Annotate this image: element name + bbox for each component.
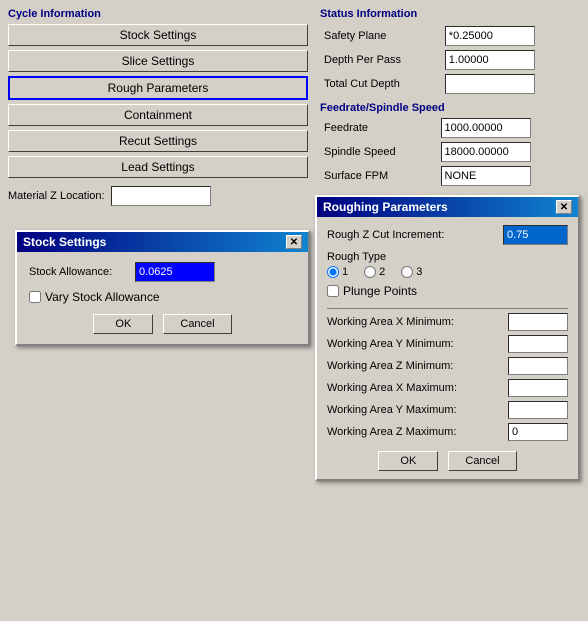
material-z-label: Material Z Location: [8, 190, 105, 202]
working-area-y-max-input[interactable] [508, 401, 568, 419]
total-cut-depth-row: Total Cut Depth [320, 72, 580, 96]
rough-type-label: Rough Type [327, 251, 568, 263]
main-panel: Cycle Information Stock Settings Slice S… [0, 0, 588, 621]
slice-settings-button[interactable]: Slice Settings [8, 50, 308, 72]
roughing-parameters-modal: Roughing Parameters ✕ Rough Z Cut Increm… [315, 195, 580, 481]
stock-ok-button[interactable]: OK [93, 314, 153, 334]
vary-stock-allowance-row: Vary Stock Allowance [29, 290, 296, 304]
rough-type-section: Rough Type 1 2 3 [327, 251, 568, 278]
stock-allowance-label: Stock Allowance: [29, 266, 129, 278]
working-area-z-max-label: Working Area Z Maximum: [327, 426, 508, 438]
working-area-x-max-row: Working Area X Maximum: [327, 379, 568, 397]
rough-type-3-label[interactable]: 3 [401, 266, 422, 278]
stock-settings-button[interactable]: Stock Settings [8, 24, 308, 46]
status-table: Safety Plane Depth Per Pass Total Cut De… [320, 24, 580, 96]
feedrate-spindle-title: Feedrate/Spindle Speed [320, 102, 580, 114]
safety-plane-row: Safety Plane [320, 24, 580, 48]
vary-stock-allowance-label: Vary Stock Allowance [45, 290, 160, 304]
rough-z-cut-label: Rough Z Cut Increment: [327, 229, 497, 241]
stock-allowance-input[interactable] [135, 262, 215, 282]
safety-plane-input[interactable] [445, 26, 535, 46]
rough-z-cut-input[interactable] [503, 225, 568, 245]
roughing-ok-button[interactable]: OK [378, 451, 438, 471]
depth-per-pass-label: Depth Per Pass [320, 48, 441, 72]
containment-button[interactable]: Containment [8, 104, 308, 126]
feedrate-row: Feedrate [320, 116, 580, 140]
total-cut-depth-input[interactable] [445, 74, 535, 94]
feedrate-table: Feedrate Spindle Speed Surface FPM [320, 116, 580, 188]
divider-1 [327, 308, 568, 309]
working-area-y-max-row: Working Area Y Maximum: [327, 401, 568, 419]
spindle-speed-label: Spindle Speed [320, 140, 437, 164]
stock-settings-close-button[interactable]: ✕ [286, 235, 302, 249]
material-z-input[interactable] [111, 186, 211, 206]
working-area-y-max-label: Working Area Y Maximum: [327, 404, 508, 416]
rough-type-2-text: 2 [379, 266, 385, 278]
feedrate-input[interactable] [441, 118, 531, 138]
working-area-z-min-input[interactable] [508, 357, 568, 375]
depth-per-pass-row: Depth Per Pass [320, 48, 580, 72]
plunge-points-row: Plunge Points [327, 284, 568, 298]
roughing-parameters-titlebar: Roughing Parameters ✕ [317, 197, 578, 217]
working-area-x-max-label: Working Area X Maximum: [327, 382, 508, 394]
left-panel: Cycle Information Stock Settings Slice S… [8, 8, 308, 206]
rough-type-1-text: 1 [342, 266, 348, 278]
surface-fpm-input[interactable] [441, 166, 531, 186]
spindle-speed-input[interactable] [441, 142, 531, 162]
spindle-speed-row: Spindle Speed [320, 140, 580, 164]
rough-z-cut-row: Rough Z Cut Increment: [327, 225, 568, 245]
material-z-row: Material Z Location: [8, 186, 308, 206]
working-area-z-max-input[interactable] [508, 423, 568, 441]
stock-settings-content: Stock Allowance: Vary Stock Allowance OK… [17, 252, 308, 344]
working-area-x-min-row: Working Area X Minimum: [327, 313, 568, 331]
surface-fpm-row: Surface FPM [320, 164, 580, 188]
status-info-title: Status Information [320, 8, 580, 20]
working-area-x-min-label: Working Area X Minimum: [327, 316, 508, 328]
vary-stock-allowance-checkbox[interactable] [29, 291, 41, 303]
rough-type-2-label[interactable]: 2 [364, 266, 385, 278]
working-area-z-min-row: Working Area Z Minimum: [327, 357, 568, 375]
roughing-parameters-title: Roughing Parameters [323, 200, 448, 214]
rough-type-3-text: 3 [416, 266, 422, 278]
stock-settings-titlebar: Stock Settings ✕ [17, 232, 308, 252]
roughing-parameters-content: Rough Z Cut Increment: Rough Type 1 2 [317, 217, 578, 479]
depth-per-pass-input[interactable] [445, 50, 535, 70]
plunge-points-label: Plunge Points [343, 284, 417, 298]
safety-plane-label: Safety Plane [320, 24, 441, 48]
working-area-y-min-row: Working Area Y Minimum: [327, 335, 568, 353]
feedrate-label: Feedrate [320, 116, 437, 140]
stock-settings-title: Stock Settings [23, 235, 106, 249]
rough-type-2-radio[interactable] [364, 266, 376, 278]
working-area-y-min-label: Working Area Y Minimum: [327, 338, 508, 350]
roughing-cancel-button[interactable]: Cancel [448, 451, 516, 471]
cycle-info-title: Cycle Information [8, 8, 308, 20]
rough-type-1-radio[interactable] [327, 266, 339, 278]
recut-settings-button[interactable]: Recut Settings [8, 130, 308, 152]
working-area-z-min-label: Working Area Z Minimum: [327, 360, 508, 372]
roughing-parameters-buttons: OK Cancel [327, 451, 568, 471]
stock-settings-buttons: OK Cancel [29, 314, 296, 334]
working-area-x-max-input[interactable] [508, 379, 568, 397]
working-area-z-max-row: Working Area Z Maximum: [327, 423, 568, 441]
rough-parameters-button[interactable]: Rough Parameters [8, 76, 308, 100]
stock-cancel-button[interactable]: Cancel [163, 314, 231, 334]
cycle-buttons: Stock Settings Slice Settings Rough Para… [8, 24, 308, 178]
working-area-y-min-input[interactable] [508, 335, 568, 353]
stock-settings-modal: Stock Settings ✕ Stock Allowance: Vary S… [15, 230, 310, 346]
rough-type-radio-group: 1 2 3 [327, 266, 568, 278]
working-area-x-min-input[interactable] [508, 313, 568, 331]
rough-type-1-label[interactable]: 1 [327, 266, 348, 278]
total-cut-depth-label: Total Cut Depth [320, 72, 441, 96]
plunge-points-checkbox[interactable] [327, 285, 339, 297]
surface-fpm-label: Surface FPM [320, 164, 437, 188]
right-panel: Status Information Safety Plane Depth Pe… [320, 8, 580, 188]
roughing-parameters-close-button[interactable]: ✕ [556, 200, 572, 214]
feedrate-section: Feedrate/Spindle Speed Feedrate Spindle … [320, 102, 580, 188]
rough-type-3-radio[interactable] [401, 266, 413, 278]
lead-settings-button[interactable]: Lead Settings [8, 156, 308, 178]
stock-allowance-row: Stock Allowance: [29, 262, 296, 282]
